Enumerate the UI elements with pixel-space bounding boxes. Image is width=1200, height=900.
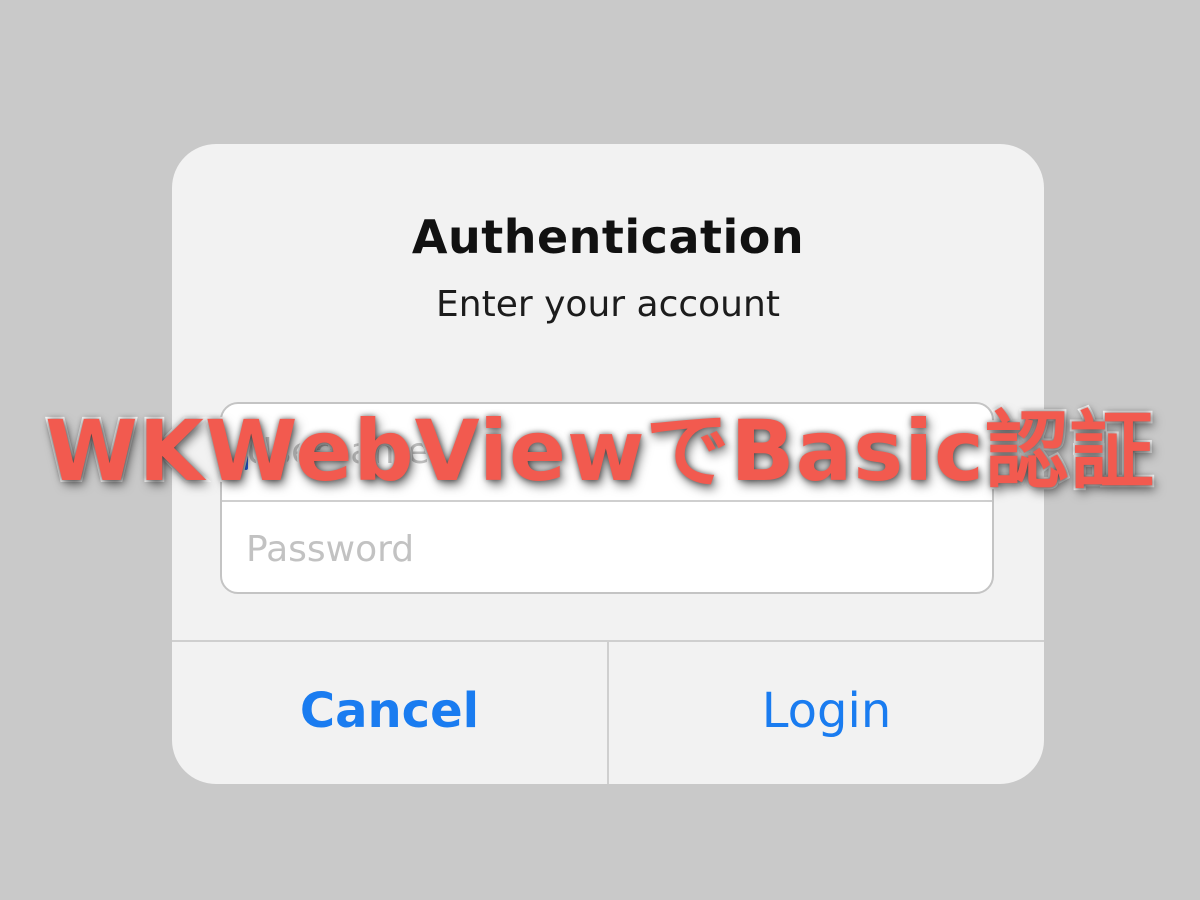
cancel-button[interactable]: Cancel xyxy=(172,642,609,784)
alert-button-row: Cancel Login xyxy=(172,640,1044,784)
alert-title: Authentication xyxy=(411,210,805,264)
login-button[interactable]: Login xyxy=(609,642,1044,784)
overlay-title: WKWebViewでBasic認証 xyxy=(43,400,1156,502)
password-field[interactable] xyxy=(222,502,992,592)
alert-message: Enter your account xyxy=(436,284,780,325)
